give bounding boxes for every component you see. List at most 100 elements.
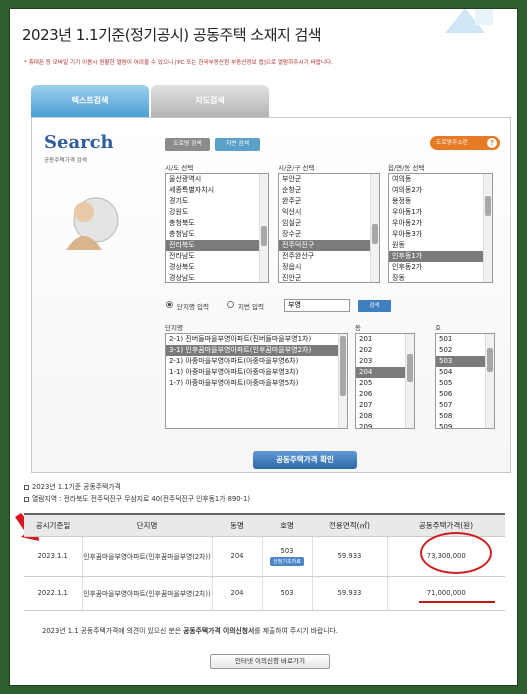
ho-list-scrollbar[interactable] [485,334,494,428]
radio-jibun[interactable] [227,301,234,308]
appeal-notice: 2023년 1.1 공동주택가격에 의견이 있으신 분은 공동주택가격 이의신청… [42,625,338,635]
list-item[interactable]: 1-1) 아중마을부영아파트(아중마을부영3차) [166,367,347,378]
danji-scrollbar[interactable] [338,334,347,428]
list-item[interactable]: 전주완산구 [279,251,379,262]
road-address-button[interactable]: 도로명주소란 ? [430,136,500,150]
ho-list-label: 호 [435,324,441,332]
danji-search-button[interactable]: 검색 [358,300,391,312]
list-item[interactable]: 용정동 [389,196,492,207]
radio-danji-label: 단지명 입력 [177,303,209,311]
list-item[interactable]: 전주덕진구 [279,240,379,251]
list-item[interactable]: 2-1) 아중마을부영아파트(아중마을부영6차) [166,356,347,367]
list-item[interactable]: 충청남도 [166,229,268,240]
radio-danji[interactable] [166,301,173,308]
list-item[interactable]: 경상북도 [166,262,268,273]
list-item[interactable]: 완주군 [279,196,379,207]
list-item[interactable]: 경상남도 [166,273,268,282]
row-ho: 503 [261,576,312,611]
danji-list-label: 단지명 [165,324,183,332]
tab-map-search[interactable]: 지도검색 [151,85,269,117]
dong-select-listbox[interactable]: 여의동 여의동2가 용정동 우아동1가 우아동2가 우아동3가 원동 인후동1가 인후동2가 장동 [388,173,493,283]
help-icon: ? [487,138,497,148]
danji-scroll-thumb[interactable] [340,336,346,396]
info-region: 열람지역 : 전라북도 전주덕진구 무삼지로 40(전주덕진구 인후동1가 89… [24,493,250,503]
internet-appeal-button[interactable]: 인터넷 이의신청 바로가기 [210,654,330,669]
info-square-icon [24,496,29,502]
list-item[interactable]: 여의동 [389,174,492,185]
road-address-label: 도로명주소란 [436,140,468,146]
price-table-header: 공시기준일 단지명 동명 호명 전용면적(㎡) 공동주택가격(원) [24,513,505,537]
row-price: 71,000,000 [386,576,505,611]
list-item[interactable]: 전라북도 [166,240,268,251]
list-item[interactable]: 우아동3가 [389,229,492,240]
info-square-icon [24,484,29,490]
list-item[interactable]: 전라남도 [166,251,268,262]
sido-scroll-thumb[interactable] [261,226,267,246]
list-item[interactable]: 경기도 [166,196,268,207]
info-basis-text: 2023년 1.1기준 공동주택가격 [32,483,121,491]
table-row: 2022.1.1 인후꿈마을부영아파트(인후꿈마을부영(2차)) 204 503… [24,576,505,611]
tab-text-search[interactable]: 텍스트검색 [31,85,149,117]
dong-list-scroll-thumb[interactable] [407,354,413,382]
list-item[interactable]: 순창군 [279,185,379,196]
col-danji: 단지명 [82,513,212,537]
sido-listbox[interactable]: 울산광역시 세종특별자치시 경기도 강원도 충청북도 충청남도 전라북도 전라남도 경상북도 경상… [165,173,269,283]
dong-select-label: 읍/면/동 선택 [388,164,425,172]
mobile-notice: * 휴대폰 등 모바일 기기 이용시 원활한 열람이 어려울 수 있으니 [PC… [24,60,333,66]
list-item[interactable]: 부안군 [279,174,379,185]
page-frame: 2023년 1.1기준(정기공시) 공동주택 소재지 검색 * 휴대폰 등 모바… [9,8,518,686]
list-item[interactable]: 우아동1가 [389,207,492,218]
sigungu-listbox[interactable]: 부안군 순창군 완주군 익산시 임실군 장수군 전주덕진구 전주완산구 정읍시 진안군 [278,173,380,283]
list-item[interactable]: 장수군 [279,229,379,240]
row-dong: 204 [211,536,262,577]
dong-select-scroll-thumb[interactable] [485,196,491,216]
ho-list-scroll-thumb[interactable] [487,348,493,372]
list-item[interactable]: 여의동2가 [389,185,492,196]
list-item[interactable]: 장동 [389,273,492,282]
appeal-notice-pre: 2023년 1.1 공동주택가격에 의견이 있으신 분은 [42,627,184,635]
jibun-search-button[interactable]: 지번 검색 [215,138,260,151]
ho-listbox[interactable]: 501502503504505506507508509601 [435,333,495,429]
list-item[interactable]: 원동 [389,240,492,251]
search-logo: Search [44,132,114,153]
price-confirm-button[interactable]: 공동주택가격 확인 [253,451,357,469]
row-ho: 503 산정기초자료 [261,536,312,577]
list-item[interactable]: 익산시 [279,207,379,218]
row-area: 59.933 [311,576,387,611]
highlight-underline [419,601,495,603]
list-item[interactable]: 임실군 [279,218,379,229]
list-item[interactable]: 진안군 [279,273,379,282]
sido-scrollbar[interactable] [259,174,268,282]
list-item[interactable]: 충청북도 [166,218,268,229]
dong-select-scrollbar[interactable] [483,174,492,282]
basis-data-button[interactable]: 산정기초자료 [270,556,304,566]
appeal-form-link[interactable]: 공동주택가격 이의신청서 [183,627,254,635]
list-item[interactable]: 2-1) 진버들마을부영아파트(진버들마을부영1차) [166,334,347,345]
search-subtitle: 공동주택가격 검색 [44,158,87,164]
row-dong: 204 [211,576,262,611]
page-title: 2023년 1.1기준(정기공시) 공동주택 소재지 검색 [22,26,322,44]
sigungu-scroll-thumb[interactable] [372,224,378,244]
radio-jibun-label: 지번 입력 [238,303,264,311]
list-item[interactable]: 울산광역시 [166,174,268,185]
list-item[interactable]: 인후동2가 [389,262,492,273]
dong-list-label: 동 [355,324,361,332]
list-item[interactable]: 1-7) 아중마을부영아파트(아중마을부영5차) [166,378,347,389]
row-danji: 인후꿈마을부영아파트(인후꿈마을부영(2차)) [81,576,212,611]
col-date: 공시기준일 [24,513,82,537]
decor-house-icon [445,9,493,33]
danji-listbox[interactable]: 2-1) 진버들마을부영아파트(진버들마을부영1차) 3-1) 인후꿈마을부영아파… [165,333,348,429]
list-item[interactable]: 인후동1가 [389,251,492,262]
row-area: 59.933 [311,536,387,577]
list-item[interactable]: 정읍시 [279,262,379,273]
dong-list-scrollbar[interactable] [405,334,414,428]
list-item[interactable]: 세종특별자치시 [166,185,268,196]
danji-search-input[interactable]: 부영 [284,299,350,312]
list-item[interactable]: 강원도 [166,207,268,218]
highlight-circle [420,532,492,574]
road-search-button[interactable]: 도로명 검색 [165,138,210,151]
list-item[interactable]: 3-1) 인후꿈마을부영아파트(인후꿈마을부영2차) [166,345,347,356]
list-item[interactable]: 우아동2가 [389,218,492,229]
sigungu-scrollbar[interactable] [370,174,379,282]
dong-listbox[interactable]: 201202203204205206207208209210 [355,333,415,429]
